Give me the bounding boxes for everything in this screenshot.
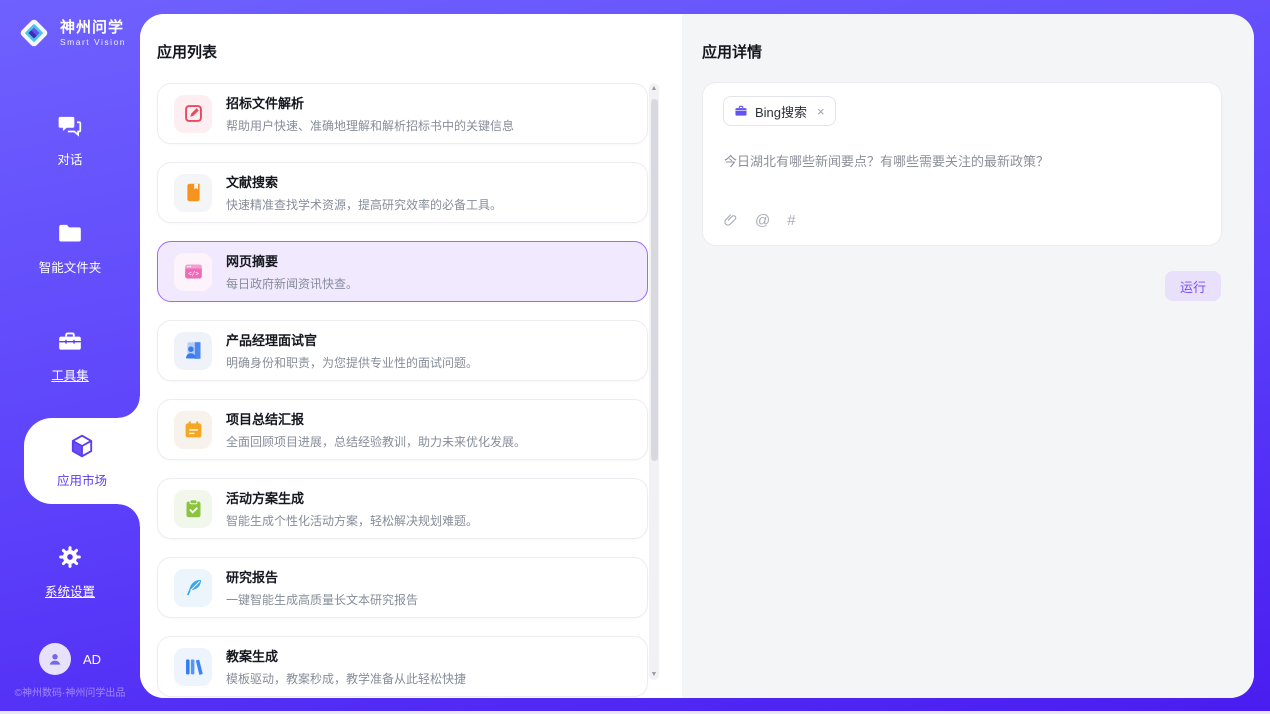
chat-icon bbox=[57, 125, 83, 142]
app-list-item[interactable]: 项目总结汇报 全面回顾项目进展，总结经验教训，助力未来优化发展。 bbox=[157, 399, 648, 460]
user-initials: AD bbox=[83, 652, 101, 667]
app-item-title: 文献搜索 bbox=[226, 172, 502, 191]
composer-card: Bing搜索 × 今日湖北有哪些新闻要点？有哪些需要关注的最新政策？ @ # bbox=[702, 82, 1222, 246]
app-detail-panel: 应用详情 Bing搜索 × 今日湖北有哪些新闻要点？有哪些需要关注的最新政策？ … bbox=[682, 14, 1254, 698]
scrollbar-thumb[interactable] bbox=[651, 99, 658, 461]
app-item-desc: 全面回顾项目进展，总结经验教训，助力未来优化发展。 bbox=[226, 433, 526, 450]
mention-icon[interactable]: @ bbox=[755, 212, 770, 229]
svg-text:</>: </> bbox=[187, 271, 198, 278]
tool-tag-label: Bing搜索 bbox=[755, 102, 807, 121]
cube-icon bbox=[69, 433, 95, 464]
app-item-desc: 每日政府新闻资讯快查。 bbox=[226, 275, 358, 292]
sidebar-item-gear[interactable]: 系统设置 bbox=[0, 544, 140, 600]
avatar bbox=[39, 643, 71, 675]
run-button[interactable]: 运行 bbox=[1165, 271, 1221, 301]
app-list-panel: 应用列表 招标文件解析 帮助用户快速、准确地理解和解析招标书中的关键信息 文献搜… bbox=[140, 14, 682, 698]
app-item-desc: 帮助用户快速、准确地理解和解析招标书中的关键信息 bbox=[226, 117, 514, 134]
app-list-item[interactable]: 教案生成 模板驱动，教案秒成，教学准备从此轻松快捷 bbox=[157, 636, 648, 697]
gear-icon bbox=[57, 557, 83, 574]
quill-icon bbox=[174, 569, 212, 607]
app-item-desc: 一键智能生成高质量长文本研究报告 bbox=[226, 591, 418, 608]
app-item-title: 产品经理面试官 bbox=[226, 330, 478, 349]
app-list-item[interactable]: 产品经理面试官 明确身份和职责，为您提供专业性的面试问题。 bbox=[157, 320, 648, 381]
app-item-desc: 明确身份和职责，为您提供专业性的面试问题。 bbox=[226, 354, 478, 371]
brand-logo: 神州问学 Smart Vision bbox=[16, 15, 126, 51]
sidebar-item-cube[interactable]: 应用市场 bbox=[24, 418, 140, 504]
user-row[interactable]: AD bbox=[0, 643, 140, 675]
brand-diamond-icon bbox=[16, 15, 52, 51]
sidebar-item-toolbox[interactable]: 工具集 bbox=[0, 328, 140, 384]
pen-square-icon bbox=[174, 95, 212, 133]
content-card: 应用列表 招标文件解析 帮助用户快速、准确地理解和解析招标书中的关键信息 文献搜… bbox=[140, 14, 1254, 698]
scroll-down-icon[interactable]: ▼ bbox=[649, 671, 659, 678]
app-list-item[interactable]: 文献搜索 快速精准查找学术资源，提高研究效率的必备工具。 bbox=[157, 162, 648, 223]
app-list-item[interactable]: 招标文件解析 帮助用户快速、准确地理解和解析招标书中的关键信息 bbox=[157, 83, 648, 144]
app-list: 招标文件解析 帮助用户快速、准确地理解和解析招标书中的关键信息 文献搜索 快速精… bbox=[157, 83, 648, 697]
app-item-desc: 模板驱动，教案秒成，教学准备从此轻松快捷 bbox=[226, 670, 466, 687]
composer-toolbar: @ # bbox=[723, 212, 796, 229]
app-detail-title: 应用详情 bbox=[702, 41, 762, 62]
folder-icon bbox=[57, 233, 83, 250]
app-item-desc: 智能生成个性化活动方案，轻松解决规划难题。 bbox=[226, 512, 478, 529]
brand-tagline: Smart Vision bbox=[60, 37, 126, 47]
attachment-icon[interactable] bbox=[723, 213, 738, 228]
briefcase-icon bbox=[734, 104, 748, 118]
app-list-title: 应用列表 bbox=[157, 41, 217, 62]
books-icon bbox=[174, 648, 212, 686]
tool-tag-bing-search[interactable]: Bing搜索 × bbox=[723, 96, 836, 126]
app-item-title: 研究报告 bbox=[226, 567, 418, 586]
brand-name: 神州问学 bbox=[60, 19, 126, 37]
query-text-input[interactable]: 今日湖北有哪些新闻要点？有哪些需要关注的最新政策？ bbox=[724, 151, 1201, 170]
app-item-title: 招标文件解析 bbox=[226, 93, 514, 112]
sidebar-item-chat[interactable]: 对话 bbox=[0, 112, 140, 168]
tool-tag-remove-icon[interactable]: × bbox=[817, 104, 825, 119]
browser-code-icon: </> bbox=[174, 253, 212, 291]
clipboard-check-icon bbox=[174, 490, 212, 528]
app-list-item[interactable]: 活动方案生成 智能生成个性化活动方案，轻松解决规划难题。 bbox=[157, 478, 648, 539]
hash-icon[interactable]: # bbox=[787, 212, 795, 229]
app-list-scrollbar[interactable]: ▲ ▼ bbox=[649, 83, 659, 680]
app-list-item[interactable]: </> 网页摘要 每日政府新闻资讯快查。 bbox=[157, 241, 648, 302]
app-list-item[interactable]: 研究报告 一键智能生成高质量长文本研究报告 bbox=[157, 557, 648, 618]
app-item-title: 项目总结汇报 bbox=[226, 409, 526, 428]
app-item-title: 教案生成 bbox=[226, 646, 466, 665]
calendar-report-icon bbox=[174, 411, 212, 449]
app-item-title: 活动方案生成 bbox=[226, 488, 478, 507]
sidebar-item-folder[interactable]: 智能文件夹 bbox=[0, 220, 140, 276]
toolbox-icon bbox=[57, 341, 83, 358]
interviewer-icon bbox=[174, 332, 212, 370]
person-icon bbox=[46, 650, 64, 668]
book-icon bbox=[174, 174, 212, 212]
scroll-up-icon[interactable]: ▲ bbox=[649, 85, 659, 92]
app-frame: 神州问学 Smart Vision 对话 智能文件夹 工具集 应用市场 系统设置… bbox=[0, 0, 1270, 711]
app-item-desc: 快速精准查找学术资源，提高研究效率的必备工具。 bbox=[226, 196, 502, 213]
sidebar: 神州问学 Smart Vision 对话 智能文件夹 工具集 应用市场 系统设置… bbox=[0, 0, 140, 711]
app-item-title: 网页摘要 bbox=[226, 251, 358, 270]
sidebar-footer: ©神州数码·神州问学出品 bbox=[0, 684, 140, 699]
